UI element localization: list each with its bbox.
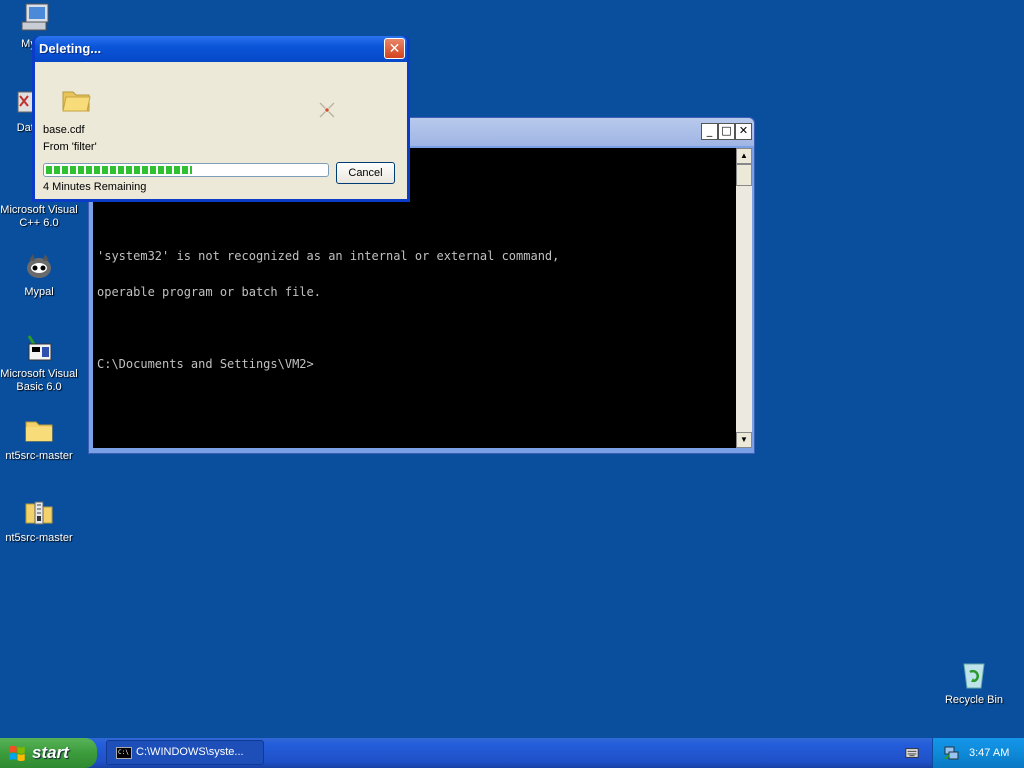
scroll-down-arrow-icon[interactable]: ▼ (736, 432, 752, 448)
desktop-icon-mypal[interactable]: Mypal (0, 250, 79, 299)
visual-basic-icon (27, 335, 52, 361)
dialog-title: Deleting... (39, 41, 102, 56)
clock[interactable]: 3:47 AM (969, 738, 1009, 768)
start-button[interactable]: start (0, 738, 97, 768)
dialog-body: base.cdf From 'filter' 4 Minutes Remaini… (35, 62, 407, 199)
progress-fill (46, 166, 192, 174)
taskbar: start C:\ C:\WINDOWS\syste... 3:47 AM (0, 738, 1024, 768)
console-line: operable program or batch file. (97, 285, 321, 299)
console-prompt: C:\Documents and Settings\VM2> (97, 357, 314, 371)
taskbar-button-label: C:\WINDOWS\syste... (136, 746, 244, 758)
windows-flag-icon (9, 745, 25, 762)
taskbar-button-cmd[interactable]: C:\ C:\WINDOWS\syste... (106, 740, 264, 765)
network-icon[interactable] (943, 745, 959, 761)
scroll-up-arrow-icon[interactable]: ▲ (736, 148, 752, 164)
desktop-icon-visual-basic[interactable]: Microsoft Visual Basic 6.0 (0, 332, 79, 394)
command-prompt-icon: C:\ (116, 747, 132, 759)
minimize-button[interactable]: _ (701, 123, 718, 140)
system-tray: 3:47 AM (932, 738, 1024, 768)
file-name: base.cdf (43, 124, 85, 136)
zip-folder-icon (25, 501, 53, 525)
desktop-icon-label: nt5src-master (5, 532, 73, 544)
dialog-title-bar[interactable]: Deleting... ✕ (35, 36, 407, 62)
console-line: 'system32' is not recognized as an inter… (97, 249, 560, 263)
desktop: My C DataV Microsoft Visual C++ 6.0 Mypa… (0, 0, 1024, 738)
folder-icon (62, 91, 91, 112)
desktop-icon-label: nt5src-master (5, 450, 73, 462)
cancel-button[interactable]: Cancel (336, 162, 395, 184)
mypal-icon (27, 254, 51, 278)
recycle-bin-icon (963, 663, 985, 689)
time-remaining: 4 Minutes Remaining (43, 181, 147, 193)
source-folder-text: From 'filter' (43, 141, 97, 153)
desktop-icon-label: Recycle Bin (944, 694, 1004, 706)
folder-icon (25, 421, 53, 442)
desktop-icon-label: Microsoft Visual C++ 6.0 (0, 204, 78, 229)
vertical-scrollbar[interactable]: ▲ ▼ (736, 148, 752, 448)
scroll-thumb[interactable] (736, 164, 752, 186)
recycle-animation-icon (319, 102, 335, 118)
maximize-button[interactable]: □ (718, 123, 735, 140)
close-button[interactable]: ✕ (735, 123, 752, 140)
desktop-icon-nt5src-zip[interactable]: nt5src-master (0, 496, 79, 545)
my-computer-icon (21, 3, 49, 31)
keyboard-icon[interactable] (904, 746, 920, 760)
dialog-close-button[interactable]: ✕ (384, 38, 405, 59)
start-label: start (32, 743, 69, 762)
desktop-icon-recycle-bin[interactable]: Recycle Bin (934, 658, 1014, 707)
desktop-icon-label: Microsoft Visual Basic 6.0 (0, 368, 78, 393)
deleting-dialog[interactable]: Deleting... ✕ base.cdf From 'filter' 4 M… (32, 36, 410, 202)
delete-progress-bar (43, 163, 329, 177)
desktop-icon-label: Mypal (24, 286, 54, 298)
desktop-icon-nt5src-folder[interactable]: nt5src-master (0, 414, 79, 463)
